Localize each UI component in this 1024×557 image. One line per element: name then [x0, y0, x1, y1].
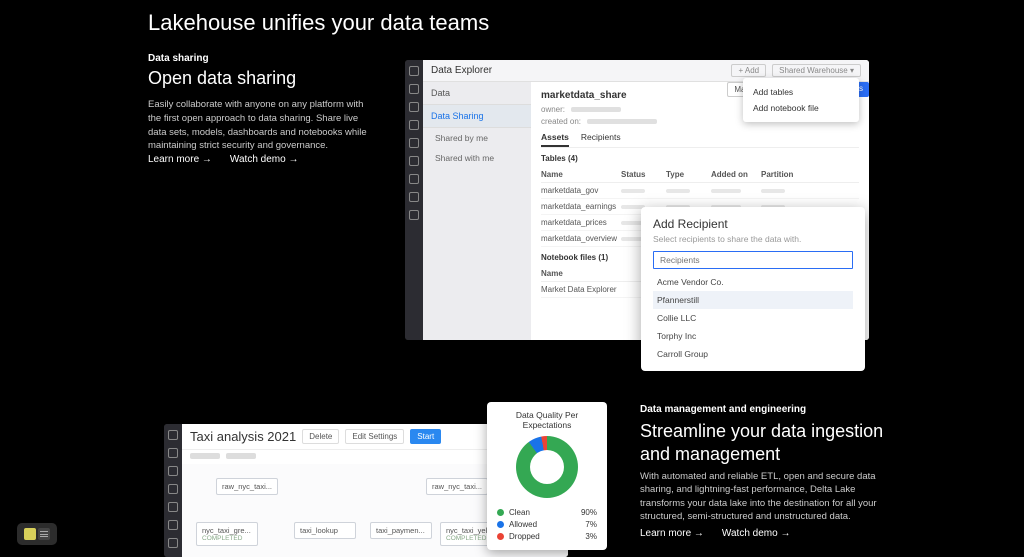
col-type: Type	[666, 170, 711, 179]
recipient-option[interactable]: Pfannerstill	[653, 291, 853, 309]
section2-watch-demo-link[interactable]: Watch demo →	[722, 528, 791, 539]
row-name: marketdata_earnings	[541, 202, 621, 211]
donut-chart	[516, 436, 578, 498]
page-title: Lakehouse unifies your data teams	[148, 10, 489, 36]
section1-learn-more-link[interactable]: Learn more →	[148, 154, 212, 165]
row-name: marketdata_overview	[541, 234, 621, 243]
tab-assets[interactable]: Assets	[541, 132, 569, 147]
os-dock-icon[interactable]	[17, 523, 57, 545]
col-partition: Partition	[761, 170, 811, 179]
rail-icon[interactable]	[409, 66, 419, 76]
data-explorer-title: Data Explorer	[431, 65, 492, 76]
sidebar-shared-by-me[interactable]: Shared by me	[423, 128, 531, 148]
modal-title: Add Recipient	[653, 217, 853, 231]
modal-subtitle: Select recipients to share the data with…	[653, 234, 853, 244]
section1-watch-demo-link[interactable]: Watch demo →	[230, 154, 299, 165]
section1-eyebrow: Data sharing	[148, 53, 209, 64]
rail-icon[interactable]	[409, 210, 419, 220]
legend-dot-icon	[497, 533, 504, 540]
legend-value: 7%	[585, 520, 597, 529]
rail-icon[interactable]	[168, 484, 178, 494]
explorer-sidebar: Data Data Sharing Shared by me Shared wi…	[423, 82, 531, 340]
pipeline-node[interactable]: raw_nyc_taxi...	[426, 478, 488, 495]
rail-icon[interactable]	[168, 448, 178, 458]
section2-learn-more-link[interactable]: Learn more →	[640, 528, 704, 539]
sidebar-item-data-sharing[interactable]: Data Sharing	[423, 105, 531, 128]
edit-settings-button[interactable]: Edit Settings	[345, 429, 404, 444]
legend-row: Allowed 7%	[497, 518, 597, 530]
sidebar-item-data[interactable]: Data	[423, 82, 531, 105]
recipient-option[interactable]: Carroll Group	[653, 345, 853, 363]
delete-button[interactable]: Delete	[302, 429, 339, 444]
dock-tile-icon	[24, 528, 36, 540]
rail-icon[interactable]	[409, 120, 419, 130]
pipeline-title: Taxi analysis 2021	[190, 429, 296, 444]
manage-assets-dropdown: Add tables Add notebook file	[743, 78, 859, 122]
rail-icon[interactable]	[168, 538, 178, 548]
section1-body: Easily collaborate with anyone on any pl…	[148, 98, 378, 153]
rail-icon[interactable]	[168, 520, 178, 530]
row-name: marketdata_prices	[541, 218, 621, 227]
rail-icon[interactable]	[409, 138, 419, 148]
app-rail	[164, 424, 182, 557]
tab-recipients[interactable]: Recipients	[581, 132, 621, 147]
row-name: marketdata_gov	[541, 186, 621, 195]
pipeline-node[interactable]: taxi_paymen...	[370, 522, 432, 539]
col-name: Name	[541, 170, 621, 179]
rail-icon[interactable]	[168, 466, 178, 476]
rail-icon[interactable]	[409, 102, 419, 112]
col-added: Added on	[711, 170, 761, 179]
nb-col-name: Name	[541, 269, 621, 278]
section1-heading: Open data sharing	[148, 68, 296, 89]
data-quality-card: Data Quality Per Expectations Clean 90% …	[487, 402, 607, 550]
created-label: created on:	[541, 117, 581, 126]
rail-icon[interactable]	[409, 156, 419, 166]
legend-row: Dropped 3%	[497, 530, 597, 542]
rail-icon[interactable]	[409, 84, 419, 94]
nb-row-name: Market Data Explorer	[541, 285, 621, 294]
rail-icon[interactable]	[409, 174, 419, 184]
warehouse-selector[interactable]: Shared Warehouse ▾	[772, 64, 861, 77]
rail-icon[interactable]	[409, 192, 419, 202]
dropdown-add-notebook[interactable]: Add notebook file	[743, 100, 859, 116]
owner-label: owner:	[541, 105, 565, 114]
recipients-input[interactable]	[653, 251, 853, 269]
legend-value: 3%	[585, 532, 597, 541]
pipeline-node[interactable]: raw_nyc_taxi...	[216, 478, 278, 495]
legend-dot-icon	[497, 521, 504, 528]
rail-icon[interactable]	[168, 502, 178, 512]
add-recipient-modal: Add Recipient Select recipients to share…	[641, 207, 865, 371]
dock-list-icon	[38, 528, 50, 540]
col-status: Status	[621, 170, 666, 179]
start-button[interactable]: Start	[410, 429, 441, 444]
app-rail	[405, 60, 423, 340]
tables-section-label: Tables (4)	[541, 154, 859, 163]
legend-row: Clean 90%	[497, 506, 597, 518]
pipeline-node[interactable]: nyc_taxi_gre...COMPLETED	[196, 522, 258, 546]
recipient-option[interactable]: Collie LLC	[653, 309, 853, 327]
created-value-placeholder	[587, 119, 657, 124]
section2-heading: Streamline your data ingestion and manag…	[640, 420, 890, 465]
section2-body: With automated and reliable ETL, open an…	[640, 470, 880, 523]
legend-value: 90%	[581, 508, 597, 517]
rail-icon[interactable]	[168, 430, 178, 440]
recipient-option[interactable]: Acme Vendor Co.	[653, 273, 853, 291]
pipeline-node[interactable]: taxi_lookup	[294, 522, 356, 539]
section2-eyebrow: Data management and engineering	[640, 404, 806, 415]
table-row[interactable]: marketdata_gov	[541, 183, 859, 199]
legend-dot-icon	[497, 509, 504, 516]
recipient-option[interactable]: Torphy Inc	[653, 327, 853, 345]
add-button[interactable]: + Add	[731, 64, 766, 77]
sidebar-shared-with-me[interactable]: Shared with me	[423, 148, 531, 168]
dropdown-add-tables[interactable]: Add tables	[743, 84, 859, 100]
chart-title: Data Quality Per Expectations	[497, 410, 597, 430]
owner-value-placeholder	[571, 107, 621, 112]
